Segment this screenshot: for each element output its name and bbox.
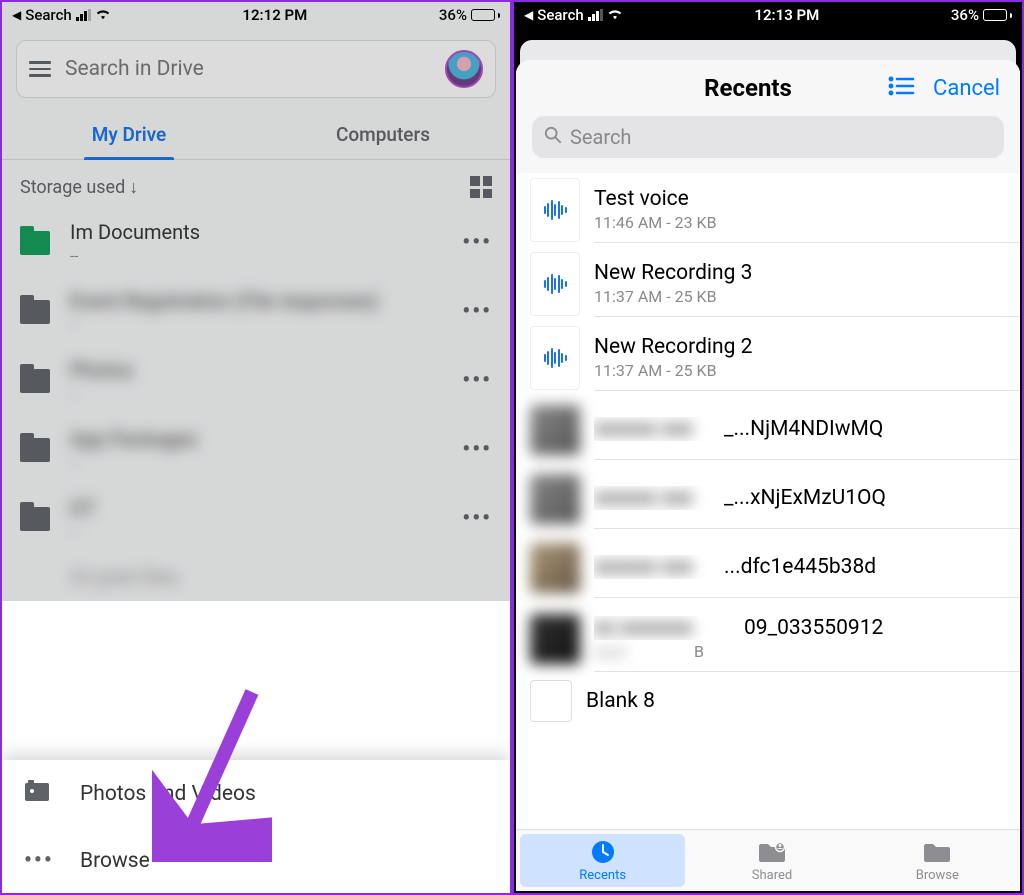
folder-row[interactable]: Ot pixel files: [2, 553, 510, 601]
clock-icon: [588, 838, 618, 866]
back-chevron-icon[interactable]: ◀: [12, 8, 21, 22]
audio-file-icon: [530, 178, 580, 242]
folder-name: Event Registration (File responses): [70, 289, 442, 313]
more-icon[interactable]: •••: [462, 506, 492, 531]
file-picker-sheet: Recents Cancel Search: [516, 60, 1020, 891]
menu-icon[interactable]: [29, 57, 51, 81]
folder-row[interactable]: Im Documents -- •••: [2, 208, 510, 277]
folder-icon: [20, 369, 50, 393]
file-row[interactable]: xxxxxx xxx...dfc1e445b38d: [516, 533, 1020, 602]
folder-name: Im Documents: [70, 220, 442, 244]
sheet-label: Photos and Videos: [80, 782, 256, 806]
picker-title: Recents: [606, 74, 890, 102]
folder-icon: [20, 231, 50, 255]
status-back-label[interactable]: Search: [25, 6, 72, 24]
photos-icon: [24, 780, 52, 808]
more-icon[interactable]: •••: [462, 299, 492, 324]
image-thumb-icon: [530, 614, 580, 664]
wifi-icon: [607, 6, 623, 24]
folder-name: App Packages: [70, 427, 442, 451]
folder-name: GT: [70, 496, 442, 520]
back-chevron-icon[interactable]: ◀: [524, 8, 533, 22]
sheet-label: Browse: [80, 849, 150, 873]
search-placeholder: Search: [570, 125, 631, 149]
image-thumb-icon: [530, 680, 572, 722]
cancel-button[interactable]: Cancel: [933, 76, 1000, 101]
search-icon: [544, 126, 562, 149]
folder-row[interactable]: GT -- •••: [2, 484, 510, 553]
image-thumb-icon: [530, 405, 580, 455]
folder-row[interactable]: App Packages -- •••: [2, 415, 510, 484]
sheet-photos-videos[interactable]: Photos and Videos: [2, 760, 510, 828]
battery-icon: [471, 9, 500, 21]
drive-tabs: My Drive Computers: [2, 110, 510, 160]
arrow-down-icon: ↓: [129, 177, 138, 198]
search-bar[interactable]: Search in Drive: [16, 40, 496, 98]
wifi-icon: [95, 6, 111, 24]
folder-icon: [20, 507, 50, 531]
folder-icon: [922, 838, 952, 866]
signal-icon: [76, 9, 91, 21]
image-thumb-icon: [530, 543, 580, 593]
grid-view-icon[interactable]: [470, 176, 492, 198]
battery-percent: 36%: [439, 6, 467, 24]
bottom-sheet: Photos and Videos ••• Browse: [2, 760, 510, 893]
status-time: 12:12 PM: [242, 6, 307, 24]
tab-recents[interactable]: Recents: [520, 834, 685, 887]
tab-my-drive[interactable]: My Drive: [2, 110, 256, 159]
audio-file-icon: [530, 252, 580, 316]
shared-folder-icon: [757, 838, 787, 866]
avatar[interactable]: [445, 50, 483, 88]
battery-icon: [983, 9, 1012, 21]
file-row[interactable]: New Recording 3 11:37 AM - 25 KB: [516, 247, 1020, 321]
audio-file-icon: [530, 326, 580, 390]
folder-icon: [20, 438, 50, 462]
folder-name: Ot pixel files: [70, 565, 492, 589]
more-icon[interactable]: •••: [462, 437, 492, 462]
status-back-label[interactable]: Search: [537, 6, 584, 24]
tab-shared[interactable]: Shared: [689, 830, 854, 891]
more-icon[interactable]: •••: [462, 368, 492, 393]
tab-browse[interactable]: Browse: [855, 830, 1020, 891]
status-time: 12:13 PM: [754, 6, 819, 24]
recents-list: Test voice 11:46 AM - 23 KB New Recordin…: [516, 173, 1020, 829]
image-thumb-icon: [530, 474, 580, 524]
folder-row[interactable]: Event Registration (File responses) -- •…: [2, 277, 510, 346]
search-input[interactable]: Search: [532, 116, 1004, 158]
more-horiz-icon: •••: [24, 848, 52, 873]
list-view-icon[interactable]: [887, 74, 915, 102]
sort-button[interactable]: Storage used ↓: [20, 177, 138, 198]
search-placeholder: Search in Drive: [65, 57, 431, 81]
file-row[interactable]: xxxxxx xxx_...NjM4NDIwMQ: [516, 395, 1020, 464]
status-bar: ◀ Search 12:12 PM 36%: [2, 2, 510, 28]
more-icon[interactable]: •••: [462, 230, 492, 255]
bottom-tab-bar: Recents Shared Browse: [516, 829, 1020, 891]
signal-icon: [588, 9, 603, 21]
tab-computers[interactable]: Computers: [256, 110, 510, 159]
battery-percent: 36%: [951, 6, 979, 24]
status-bar: ◀ Search 12:13 PM 36%: [514, 2, 1022, 28]
folder-row[interactable]: Photos -- •••: [2, 346, 510, 415]
file-row[interactable]: Test voice 11:46 AM - 23 KB: [516, 173, 1020, 247]
file-list: Im Documents -- ••• Event Registration (…: [2, 208, 510, 601]
file-row[interactable]: xx xxxxxxx09_033550912 xxxxB: [516, 602, 1020, 676]
sheet-browse[interactable]: ••• Browse: [2, 828, 510, 893]
folder-icon: [20, 300, 50, 324]
file-row[interactable]: xxxxxx xxx_...xNjExMzU1OQ: [516, 464, 1020, 533]
folder-name: Photos: [70, 358, 442, 382]
file-row[interactable]: Blank 8: [516, 676, 1020, 726]
file-row[interactable]: New Recording 2 11:37 AM - 25 KB: [516, 321, 1020, 395]
